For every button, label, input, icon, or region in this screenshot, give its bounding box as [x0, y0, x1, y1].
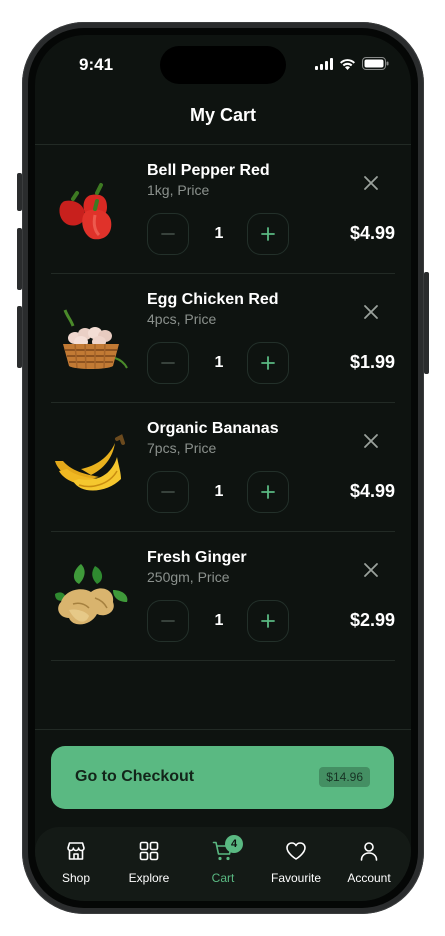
- cart-item: Egg Chicken Red 4pcs, Price 1 $1.99: [51, 274, 395, 403]
- signal-icon: [315, 57, 333, 70]
- close-icon: [364, 563, 378, 577]
- page-title: My Cart: [189, 105, 256, 125]
- quantity-value: 1: [214, 483, 224, 500]
- quantity-value: 1: [214, 354, 224, 371]
- item-name: Organic Bananas: [147, 420, 279, 437]
- remove-item-button[interactable]: [361, 173, 381, 193]
- ginger-image: [51, 556, 131, 636]
- tab-label: Cart: [211, 871, 235, 885]
- mute-switch: [17, 173, 22, 211]
- increase-quantity-button[interactable]: [247, 342, 289, 384]
- cart-list: Bell Pepper Red 1kg, Price 1 $4.99 Egg C…: [51, 145, 395, 661]
- bell-pepper-image: [51, 169, 131, 249]
- item-name: Egg Chicken Red: [147, 291, 279, 308]
- item-subtitle: 7pcs, Price: [147, 440, 217, 456]
- heart-icon: [286, 842, 306, 860]
- minus-icon: [161, 233, 175, 235]
- item-price: $1.99: [349, 352, 395, 372]
- checkout-label: Go to Checkout: [75, 768, 195, 785]
- store-icon: [67, 842, 85, 860]
- decrease-quantity-button[interactable]: [147, 471, 189, 513]
- bananas-image: [51, 427, 131, 507]
- item-price: $2.99: [349, 610, 395, 630]
- quantity-value: 1: [214, 225, 224, 242]
- item-subtitle: 4pcs, Price: [147, 311, 217, 327]
- cart-item: Fresh Ginger 250gm, Price 1 $2.99: [51, 532, 395, 661]
- checkout-button[interactable]: Go to Checkout $14.96: [51, 746, 394, 809]
- close-icon: [364, 305, 378, 319]
- tab-label: Shop: [61, 871, 91, 885]
- egg-basket-image: [51, 298, 131, 378]
- cart-count-badge: 4: [225, 835, 243, 853]
- tab-label: Account: [347, 871, 391, 885]
- increase-quantity-button[interactable]: [247, 213, 289, 255]
- minus-icon: [161, 362, 175, 364]
- tab-favourite[interactable]: Favourite: [259, 839, 333, 885]
- decrease-quantity-button[interactable]: [147, 600, 189, 642]
- close-icon: [364, 176, 378, 190]
- item-name: Fresh Ginger: [147, 549, 247, 566]
- quantity-value: 1: [214, 612, 224, 629]
- increase-quantity-button[interactable]: [247, 600, 289, 642]
- close-icon: [364, 434, 378, 448]
- remove-item-button[interactable]: [361, 431, 381, 451]
- app-screen: 9:41 My Cart Bell Pepper Red 1kg, Price …: [35, 35, 411, 901]
- tab-account[interactable]: Account: [332, 839, 406, 885]
- tab-label: Explore: [128, 871, 170, 885]
- plus-icon: [261, 356, 275, 370]
- volume-down-button: [17, 306, 22, 368]
- item-price: $4.99: [349, 481, 395, 501]
- tab-shop[interactable]: Shop: [39, 839, 113, 885]
- dynamic-island: [160, 46, 286, 84]
- status-icons: [315, 57, 389, 70]
- item-price: $4.99: [349, 223, 395, 243]
- divider: [35, 729, 411, 730]
- decrease-quantity-button[interactable]: [147, 213, 189, 255]
- plus-icon: [261, 614, 275, 628]
- bottom-tab-bar: Shop Explore 4 Cart Favourite Account: [35, 827, 411, 901]
- user-icon: [360, 842, 378, 861]
- minus-icon: [161, 491, 175, 493]
- item-subtitle: 1kg, Price: [147, 182, 210, 198]
- volume-up-button: [17, 228, 22, 290]
- cart-item: Organic Bananas 7pcs, Price 1 $4.99: [51, 403, 395, 532]
- plus-icon: [261, 485, 275, 499]
- increase-quantity-button[interactable]: [247, 471, 289, 513]
- status-time: 9:41: [79, 55, 114, 74]
- cart-item: Bell Pepper Red 1kg, Price 1 $4.99: [51, 145, 395, 274]
- remove-item-button[interactable]: [361, 302, 381, 322]
- decrease-quantity-button[interactable]: [147, 342, 189, 384]
- remove-item-button[interactable]: [361, 560, 381, 580]
- checkout-total-badge: $14.96: [319, 767, 370, 787]
- plus-icon: [261, 227, 275, 241]
- wifi-icon: [340, 58, 355, 70]
- tab-cart[interactable]: 4 Cart: [186, 835, 260, 885]
- item-subtitle: 250gm, Price: [147, 569, 230, 585]
- tab-label: Favourite: [270, 871, 322, 885]
- battery-icon: [362, 57, 389, 70]
- power-button: [424, 272, 429, 374]
- minus-icon: [161, 620, 175, 622]
- grid-icon: [139, 841, 159, 861]
- item-name: Bell Pepper Red: [147, 162, 270, 179]
- tab-explore[interactable]: Explore: [112, 839, 186, 885]
